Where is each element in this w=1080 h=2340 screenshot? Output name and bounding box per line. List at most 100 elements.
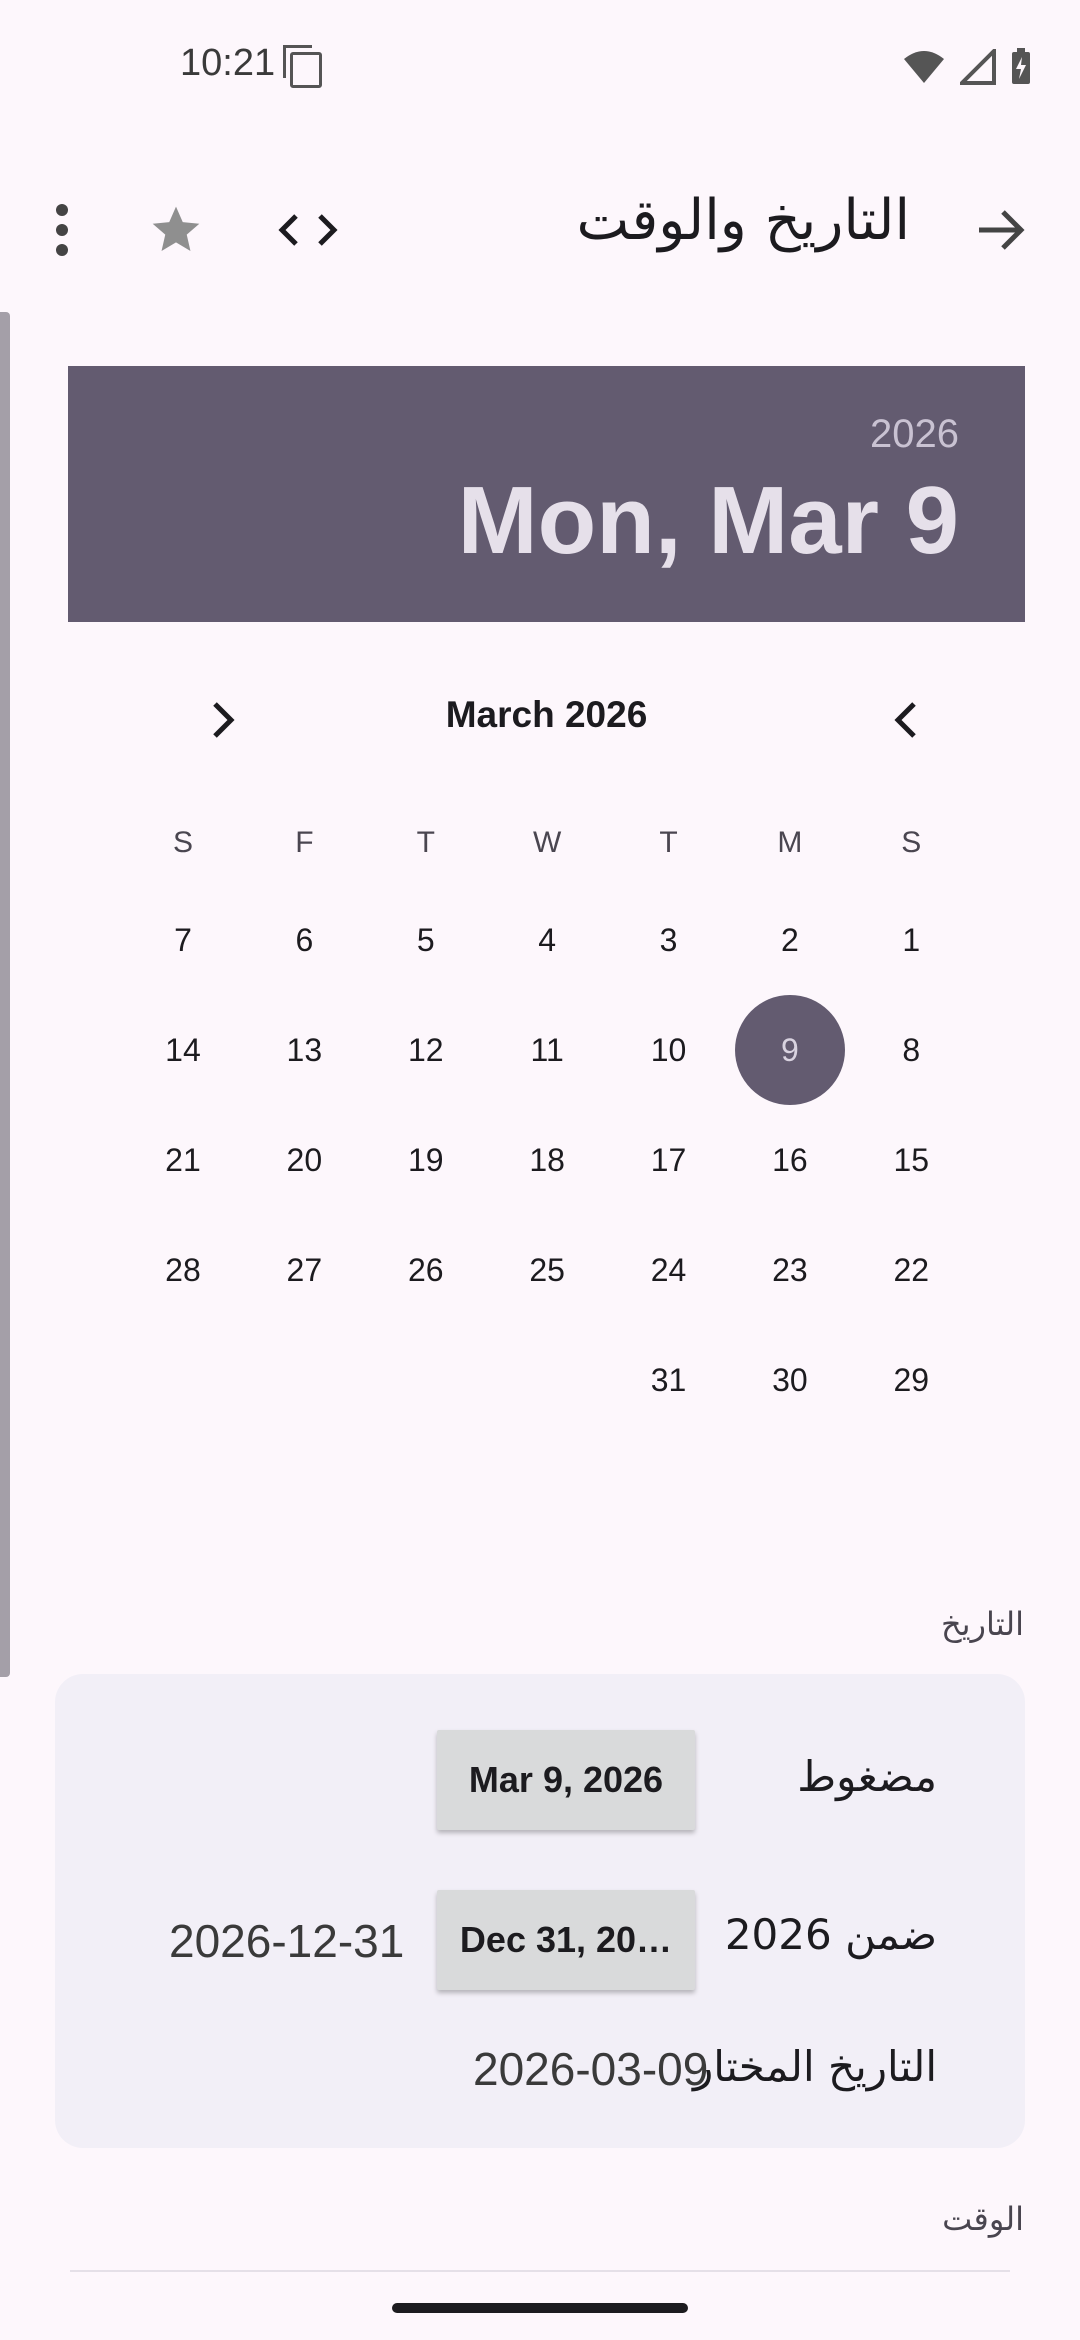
status-bar: 10:21 <box>0 0 1080 140</box>
calendar-day-number: 16 <box>772 1142 808 1178</box>
calendar-day[interactable]: 11 <box>486 995 607 1105</box>
selected-date-value: 2026-03-09 <box>473 2043 709 2095</box>
calendar-day[interactable]: 25 <box>486 1215 607 1325</box>
battery-charging-icon <box>1012 48 1030 84</box>
header-year[interactable]: 2026 <box>870 412 959 457</box>
calendar-day[interactable]: 27 <box>244 1215 365 1325</box>
calendar-day-number: 26 <box>407 1252 444 1288</box>
star-icon <box>152 206 200 251</box>
calendar-empty-cell <box>244 1325 365 1435</box>
calendar-day-number: 2 <box>781 922 799 958</box>
calendar-day-number: 1 <box>902 922 921 958</box>
page-title: التاريخ والوقت <box>576 188 910 253</box>
within-2026-date-button[interactable]: Dec 31, 20… <box>437 1890 695 1990</box>
calendar-day-number: 23 <box>772 1252 808 1288</box>
calendar-day[interactable]: 17 <box>608 1105 729 1215</box>
cell-signal-icon <box>960 49 996 85</box>
calendar-day-selected[interactable]: 9 <box>729 995 850 1105</box>
status-time: 10:21 <box>180 42 276 84</box>
status-icons <box>902 48 1032 86</box>
calendar-day[interactable]: 8 <box>851 995 972 1105</box>
date-panel: مضغوط Mar 9, 2026 ضمن 2026 Dec 31, 20… 2… <box>55 1674 1025 2148</box>
calendar-day[interactable]: 14 <box>122 995 243 1105</box>
favorite-button[interactable] <box>136 190 216 270</box>
calendar-empty-cell <box>486 1325 607 1435</box>
calendar-empty-cell <box>365 1325 486 1435</box>
calendar-day-number: 12 <box>407 1032 444 1068</box>
calendar-day-number: 18 <box>529 1142 565 1178</box>
calendar-day-number: 31 <box>650 1362 687 1398</box>
weekday-label: T <box>659 826 678 859</box>
calendar-day-number: 13 <box>286 1032 323 1068</box>
divider <box>70 2270 1010 2272</box>
calendar-day[interactable]: 16 <box>729 1105 850 1215</box>
weekday-label: T <box>416 826 435 859</box>
calendar-week-row: 1 2 3 4 5 6 7 <box>122 885 972 995</box>
scroll-indicator[interactable] <box>0 312 10 1677</box>
calendar-day-number: 25 <box>529 1252 565 1288</box>
calendar-day[interactable]: 19 <box>365 1105 486 1215</box>
weekday-label: F <box>295 826 314 859</box>
calendar-day-number: 22 <box>893 1252 930 1288</box>
calendar-day[interactable]: 26 <box>365 1215 486 1325</box>
calendar-day[interactable]: 3 <box>608 885 729 995</box>
calendar-day[interactable]: 24 <box>608 1215 729 1325</box>
calendar-day[interactable]: 13 <box>244 995 365 1105</box>
calendar-day-number: 3 <box>659 922 678 958</box>
more-vert-icon <box>56 204 68 256</box>
calendar-day[interactable]: 4 <box>486 885 607 995</box>
selected-date-label: التاريخ المختار <box>693 2042 937 2091</box>
calendar-day-number: 19 <box>407 1142 444 1178</box>
arrow-forward-icon <box>979 210 1025 250</box>
header-selected-date: Mon, Mar 9 <box>457 467 959 574</box>
back-button[interactable] <box>962 190 1042 270</box>
pressed-date-button[interactable]: Mar 9, 2026 <box>437 1730 695 1830</box>
calendar-day-number: 20 <box>286 1142 323 1178</box>
calendar-week-row: 29 30 31 <box>122 1325 972 1435</box>
calendar-day[interactable]: 6 <box>244 885 365 995</box>
view-code-button[interactable] <box>268 190 348 270</box>
calendar-day[interactable]: 30 <box>729 1325 850 1435</box>
calendar-day-number: 8 <box>902 1032 921 1068</box>
home-indicator[interactable] <box>392 2303 688 2313</box>
calendar-day-number: 15 <box>893 1142 930 1178</box>
calendar-day[interactable]: 1 <box>851 885 972 995</box>
calendar-day-number: 6 <box>295 922 314 958</box>
calendar-day-number: 27 <box>286 1252 323 1288</box>
calendar-day[interactable]: 18 <box>486 1105 607 1215</box>
calendar-day[interactable]: 5 <box>365 885 486 995</box>
calendar-day-number: 11 <box>530 1032 564 1068</box>
time-section-label: الوقت <box>942 2200 1024 2238</box>
calendar-day[interactable]: 12 <box>365 995 486 1105</box>
calendar-empty-cell <box>122 1325 243 1435</box>
calendar-day[interactable]: 20 <box>244 1105 365 1215</box>
calendar-day[interactable]: 7 <box>122 885 243 995</box>
calendar-day-number: 14 <box>165 1032 201 1068</box>
pressed-label: مضغوط <box>797 1752 937 1801</box>
calendar-week-row: 22 23 24 25 26 27 28 <box>122 1215 972 1325</box>
calendar-day-number: 4 <box>538 922 557 958</box>
calendar-day[interactable]: 15 <box>851 1105 972 1215</box>
calendar-day[interactable]: 28 <box>122 1215 243 1325</box>
calendar-day[interactable]: 2 <box>729 885 850 995</box>
screenshot-notification-icon <box>283 45 322 88</box>
calendar-week-row: 15 16 17 18 19 20 21 <box>122 1105 972 1215</box>
calendar-day[interactable]: 23 <box>729 1215 850 1325</box>
calendar-day[interactable]: 22 <box>851 1215 972 1325</box>
calendar-day-number: 24 <box>650 1252 687 1288</box>
weekday-label: S <box>172 826 193 859</box>
weekday-label: M <box>777 826 803 859</box>
previous-month-button[interactable] <box>866 680 946 760</box>
app-bar: التاريخ والوقت <box>0 170 1080 280</box>
calendar-day[interactable]: 21 <box>122 1105 243 1215</box>
weekday-label: S <box>901 826 922 859</box>
calendar-day[interactable]: 10 <box>608 995 729 1105</box>
calendar-day[interactable]: 31 <box>608 1325 729 1435</box>
weekday-label: W <box>532 826 562 859</box>
calendar-day-number: 29 <box>893 1362 930 1398</box>
calendar-day[interactable]: 29 <box>851 1325 972 1435</box>
more-options-button[interactable] <box>22 190 102 270</box>
calendar-week-row: 8 9 10 11 12 13 14 <box>122 995 972 1105</box>
chevron-left-icon <box>894 702 916 738</box>
calendar-day-number: 7 <box>174 922 192 958</box>
